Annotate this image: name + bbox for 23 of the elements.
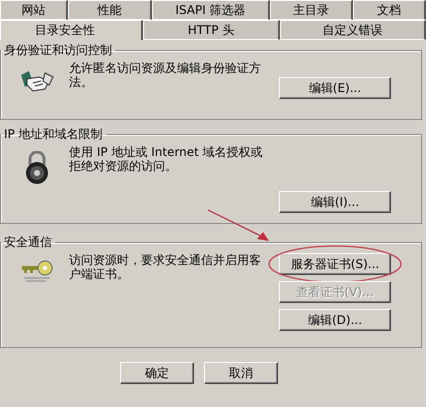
tab[interactable]: 网站 [0, 0, 68, 20]
button[interactable]: 编辑(E)... [279, 77, 391, 99]
button[interactable]: 编辑(I)... [279, 191, 391, 213]
group-title: IP 地址和域名限制 [3, 126, 104, 143]
description: 访问资源时，要求安全通信并启用客户端证书。 [69, 253, 262, 281]
description: 允许匿名访问资源及编辑身份验证方法。 [69, 61, 262, 89]
tab[interactable]: 主目录 [270, 0, 353, 20]
tab[interactable]: 文档 [353, 0, 426, 20]
button[interactable]: 取消 [204, 362, 278, 384]
tab[interactable]: HTTP 头 [143, 20, 280, 40]
button[interactable]: 确定 [120, 362, 194, 384]
group-title: 安全通信 [3, 234, 53, 251]
group-title: 身份验证和访问控制 [3, 42, 113, 59]
tab[interactable]: ISAPI 筛选器 [152, 0, 270, 20]
button[interactable]: 编辑(D)... [279, 309, 391, 331]
tab[interactable]: 目录安全性 [0, 20, 143, 40]
annotation-arrow [207, 209, 271, 243]
tab[interactable]: 性能 [68, 0, 152, 20]
key-icon [20, 259, 54, 285]
tab[interactable]: 自定义错误 [280, 20, 426, 40]
description: 使用 IP 地址或 Internet 域名授权或拒绝对资源的访问。 [69, 145, 264, 173]
button[interactable]: 服务器证书(S)... [279, 253, 391, 275]
lock-icon [25, 151, 49, 185]
